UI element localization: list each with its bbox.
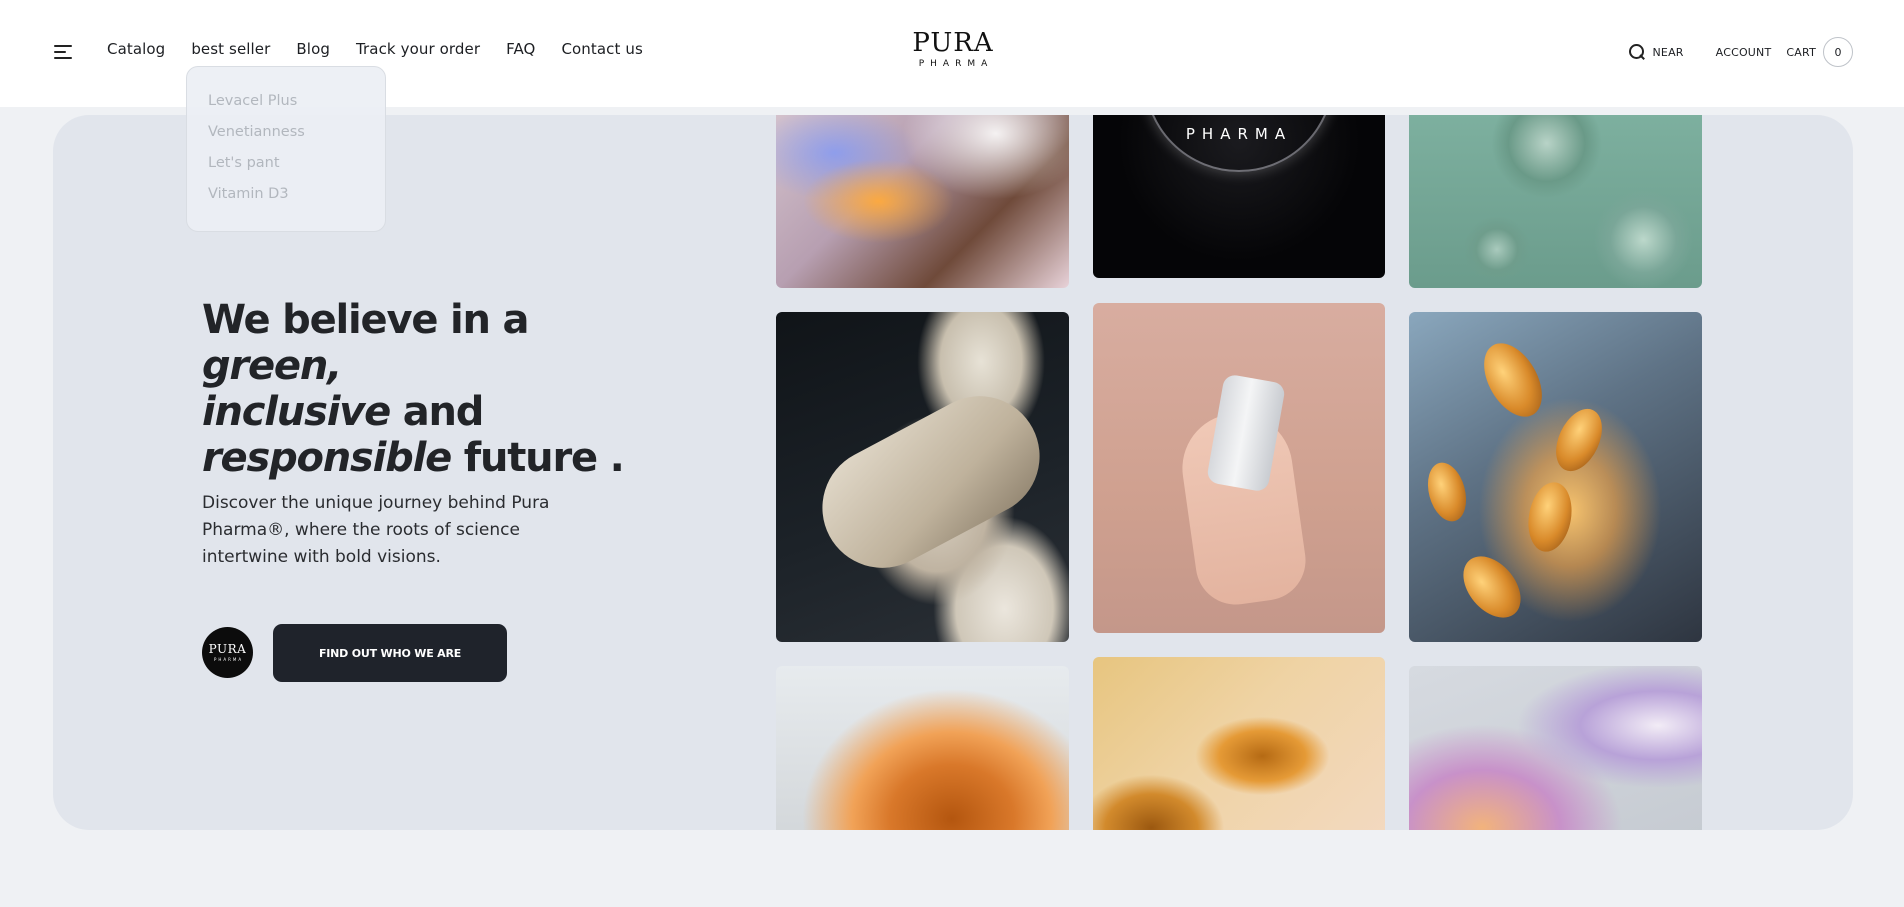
nav-track-order[interactable]: Track your order — [356, 40, 480, 58]
headline-text: future . — [451, 435, 625, 481]
site-logo[interactable]: PURA PHARMA — [907, 30, 999, 69]
cart-label: CART — [1786, 45, 1816, 59]
logo-subtitle: PHARMA — [918, 59, 994, 69]
hand-bottle-image — [1093, 303, 1385, 633]
cart-count-badge: 0 — [1823, 37, 1853, 67]
search-icon — [1628, 44, 1645, 60]
header-actions: NEAR ACCOUNT CART 0 — [1628, 37, 1853, 67]
headline-text: and — [390, 389, 485, 435]
brand-badge: PURA PHARMA — [202, 627, 253, 678]
main-nav: Catalog best seller Blog Track your orde… — [107, 40, 643, 58]
hero-description: Discover the unique journey behind Pura … — [202, 493, 550, 567]
hamburger-menu-icon[interactable] — [54, 45, 72, 59]
nav-blog[interactable]: Blog — [296, 40, 330, 58]
nav-faq[interactable]: FAQ — [506, 40, 535, 58]
yellow-capsules-image — [1093, 657, 1385, 830]
nav-catalog[interactable]: Catalog — [107, 40, 165, 58]
cart-button[interactable]: CART 0 — [1786, 37, 1853, 67]
find-out-button[interactable]: FIND OUT WHO WE ARE — [273, 624, 507, 682]
nav-best-seller[interactable]: best seller — [191, 40, 270, 58]
hero-headline: We believe in a green, inclusive and respo… — [202, 297, 662, 481]
softgels-image — [1409, 312, 1702, 642]
nav-contact[interactable]: Contact us — [561, 40, 642, 58]
lilac-capsules-image — [1409, 666, 1702, 830]
search-label: NEAR — [1652, 45, 1684, 59]
badge-wordmark: PURA — [208, 642, 247, 656]
softgel — [1451, 545, 1533, 629]
account-link[interactable]: ACCOUNT — [1716, 46, 1772, 59]
brand-ring-image: PHARMA — [1093, 115, 1385, 278]
best-seller-dropdown: Levacel Plus Venetianness Let's pant Vit… — [186, 66, 386, 232]
tile-brand-text: PHARMA — [1185, 125, 1293, 143]
green-bubbles-image — [1409, 115, 1702, 288]
softgel — [1421, 458, 1473, 526]
search-button[interactable]: NEAR — [1628, 44, 1684, 60]
badge-subtitle: PHARMA — [213, 657, 244, 662]
dropdown-item[interactable]: Let's pant — [208, 155, 385, 186]
dropdown-item[interactable]: Venetianness — [208, 124, 385, 155]
crystal-image — [776, 115, 1069, 288]
tablet-image — [776, 312, 1069, 642]
dropdown-item[interactable]: Vitamin D3 — [208, 186, 385, 217]
softgel — [1472, 333, 1554, 427]
softgel — [1523, 478, 1577, 556]
dropdown-item[interactable]: Levacel Plus — [208, 93, 385, 124]
headline-emphasis: inclusive — [202, 389, 391, 435]
headline-emphasis: green, — [202, 343, 342, 389]
headline-text: We believe in a — [202, 297, 530, 343]
amber-capsule-image — [776, 666, 1069, 830]
logo-wordmark: PURA — [912, 28, 994, 58]
tablet-shape — [801, 375, 1061, 589]
headline-emphasis: responsible — [202, 435, 452, 481]
softgel — [1546, 401, 1612, 479]
ring-graphic — [1144, 115, 1334, 172]
